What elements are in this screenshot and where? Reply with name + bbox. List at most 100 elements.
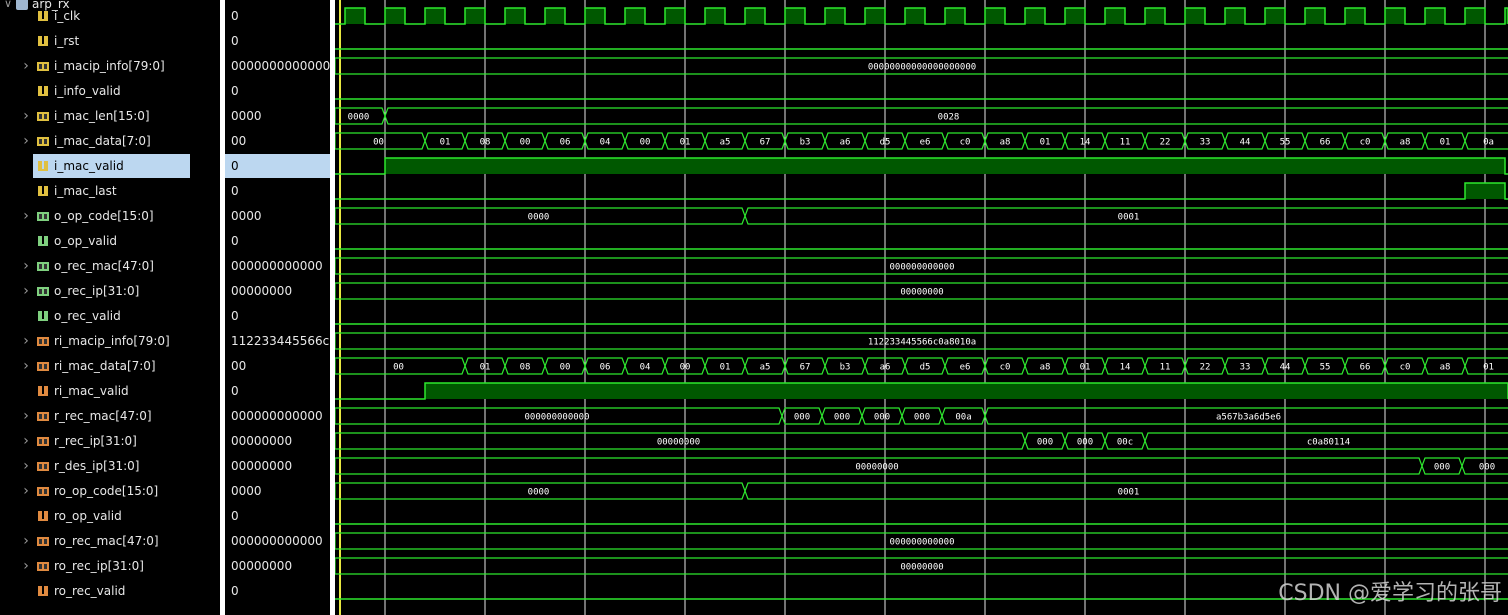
signal-row[interactable]: › ro_rec_mac[47:0] [0,529,220,553]
signal-row[interactable]: › i_macip_info[79:0] [0,54,220,78]
bus-value-label: 06 [560,138,571,148]
signal-row[interactable]: i_clk [0,4,220,28]
signal-row[interactable]: › ri_macip_info[79:0] [0,329,220,353]
bus-value-label: 01 [680,138,691,148]
chevron-right-icon[interactable]: › [20,279,32,303]
bus-signal-icon [37,210,49,222]
signal-row[interactable]: i_mac_valid [33,154,190,178]
signal-row[interactable]: › r_rec_mac[47:0] [0,404,220,428]
chevron-right-icon[interactable]: › [20,329,32,353]
bus-value-label: d5 [880,138,891,148]
bus-signal-icon [37,535,49,547]
bus-value-label: 08 [480,138,491,148]
bus-value-label: 0028 [938,113,960,123]
bus-value-label: a5 [720,138,731,148]
signal-name: ro_op_code[15:0] [54,484,159,498]
bus-value-label: c0 [960,138,971,148]
signal-row[interactable]: o_op_valid [0,229,220,253]
chevron-right-icon[interactable]: › [20,429,32,453]
signal-name: o_op_valid [54,234,118,248]
bus-value-label: 00000000 [657,438,700,448]
bus-value-label: 01 [1483,363,1494,373]
signal-row[interactable]: o_rec_valid [0,304,220,328]
signal-row[interactable]: i_mac_last [0,179,220,203]
bus-value-label: 00c [1117,438,1133,448]
bus-signal-icon [37,60,49,72]
signal-value: 00000000 [231,559,293,573]
bit-signal-icon [37,310,49,322]
signal-row[interactable]: › o_op_code[15:0] [0,204,220,228]
high-fill [705,8,725,24]
bit-signal-icon [37,585,49,597]
signal-row[interactable]: ro_op_valid [0,504,220,528]
bus-value-label: 000 [1479,463,1495,473]
bus-value-label: 14 [1120,363,1131,373]
bus-value-label: 01 [1040,138,1051,148]
bus-value-label: 00000000 [900,563,943,573]
high-fill [1385,8,1405,24]
signal-value: 0 [231,34,239,48]
signal-row[interactable]: › ri_mac_data[7:0] [0,354,220,378]
chevron-right-icon[interactable]: › [20,54,32,78]
signal-row[interactable]: › o_rec_mac[47:0] [0,254,220,278]
bus-waveform: 00 01 08 00 06 04 00 01 a5 67 b3 a6 d5 e6 c0 a8 01 14 11 22… [335,132,1508,150]
bus-waveform: 00000000 [335,282,1508,300]
signal-row[interactable]: › ro_rec_ip[31:0] [0,554,220,578]
chevron-right-icon[interactable]: › [20,204,32,228]
signal-row[interactable]: ri_mac_valid [0,379,220,403]
chevron-right-icon[interactable]: › [20,479,32,503]
signal-value: 00000000 [231,434,293,448]
signal-name: ro_rec_valid [54,584,126,598]
signal-row[interactable]: › r_rec_ip[31:0] [0,429,220,453]
high-fill [1425,8,1445,24]
signal-value: 0 [231,584,239,598]
bus-signal-icon [37,560,49,572]
signal-name: ro_op_valid [54,509,122,523]
signal-value: 0 [225,154,330,178]
signal-value: 00000000 [231,459,293,473]
high-fill [505,8,525,24]
bit-edge [335,182,1508,200]
signal-row[interactable]: › i_mac_data[7:0] [0,129,220,153]
high-fill [385,158,1505,174]
bit-signal-icon [37,510,49,522]
chevron-right-icon[interactable]: › [20,254,32,278]
signal-row[interactable]: ro_rec_valid [0,579,220,603]
signal-row[interactable]: › r_des_ip[31:0] [0,454,220,478]
chevron-right-icon[interactable]: › [20,104,32,128]
signal-value: 0 [231,9,239,23]
chevron-right-icon[interactable]: › [20,529,32,553]
chevron-right-icon[interactable]: › [20,404,32,428]
signal-row[interactable]: i_rst [0,29,220,53]
bus-value-label: a8 [1000,138,1011,148]
high-fill [1185,8,1205,24]
bit-waveform [335,382,1508,400]
signal-row[interactable]: › i_mac_len[15:0] [0,104,220,128]
bus-signal-icon [37,335,49,347]
bus-value-label: 04 [600,138,611,148]
signal-name: i_clk [54,9,81,23]
signal-name: i_info_valid [54,84,121,98]
chevron-right-icon[interactable]: › [20,554,32,578]
signal-row[interactable]: › ro_op_code[15:0] [0,479,220,503]
signal-name: ri_macip_info[79:0] [54,334,170,348]
bus-value-label: 01 [1440,138,1451,148]
bus-value-label: 04 [640,363,651,373]
bus-value-label: 00 [520,138,531,148]
bus-value-label: 0001 [1118,213,1140,223]
waveform-canvas[interactable]: 00000000 00000000 00000000 0028 00 01 08 00 06 04… [335,0,1508,615]
chevron-right-icon[interactable]: › [20,129,32,153]
bus-waveform: 0000 0001 [335,207,1508,225]
bus-value-label: b3 [840,363,851,373]
bus-value-label: 0000 [528,488,550,498]
signal-row[interactable]: i_info_valid [0,79,220,103]
bit-signal-icon [37,10,49,22]
signal-name: ro_rec_ip[31:0] [54,559,144,573]
bus-waveform: 00000000 [335,557,1508,575]
chevron-right-icon[interactable]: › [20,354,32,378]
bus-value-label: 00000000 [900,288,943,298]
bus-value-label: c0 [1000,363,1011,373]
bus-value-label: 67 [800,363,811,373]
chevron-right-icon[interactable]: › [20,454,32,478]
signal-row[interactable]: › o_rec_ip[31:0] [0,279,220,303]
